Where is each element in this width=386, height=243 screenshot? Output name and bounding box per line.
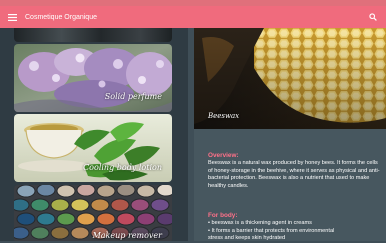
- detail-hero-label: Beeswax: [208, 112, 240, 120]
- bullet-item: • It forms a barrier that protects from …: [208, 227, 335, 234]
- lilac-flowers-image: [14, 44, 172, 112]
- menu-icon[interactable]: [1, 6, 23, 28]
- detail-panel: Beeswax Overview: Beeswax is a natural w…: [194, 28, 386, 241]
- overview-title: Overview:: [208, 152, 239, 159]
- list-item-label: Solid perfume: [104, 92, 162, 101]
- bullet-item: • beeswax is a thickening agent in cream…: [208, 220, 312, 226]
- list-item-solid-perfume[interactable]: Solid perfume: [14, 44, 172, 112]
- body-title: For body:: [208, 212, 238, 219]
- detail-hero: Beeswax: [194, 28, 386, 129]
- overview-text: Beeswax is a natural wax produced by hon…: [208, 160, 380, 189]
- list-item-cooling-body-lotion[interactable]: Cooling body lotion: [14, 114, 172, 182]
- bullet-item: stress and keeps skin hydrated: [208, 235, 286, 242]
- app-bar: Cosmetique Organique: [0, 6, 386, 28]
- body-bullets: • beeswax is a thickening agent in cream…: [208, 220, 380, 243]
- product-list[interactable]: Solid perfume Cooling body lotion Makeup…: [0, 28, 188, 241]
- search-icon[interactable]: [362, 6, 384, 28]
- list-item-label: Cooling body lotion: [83, 163, 162, 172]
- list-item-makeup-remover[interactable]: Makeup remover: [14, 185, 172, 241]
- app-title: Cosmetique Organique: [25, 13, 97, 21]
- previous-card-strip: [14, 28, 172, 42]
- list-item-label: Makeup remover: [92, 231, 162, 240]
